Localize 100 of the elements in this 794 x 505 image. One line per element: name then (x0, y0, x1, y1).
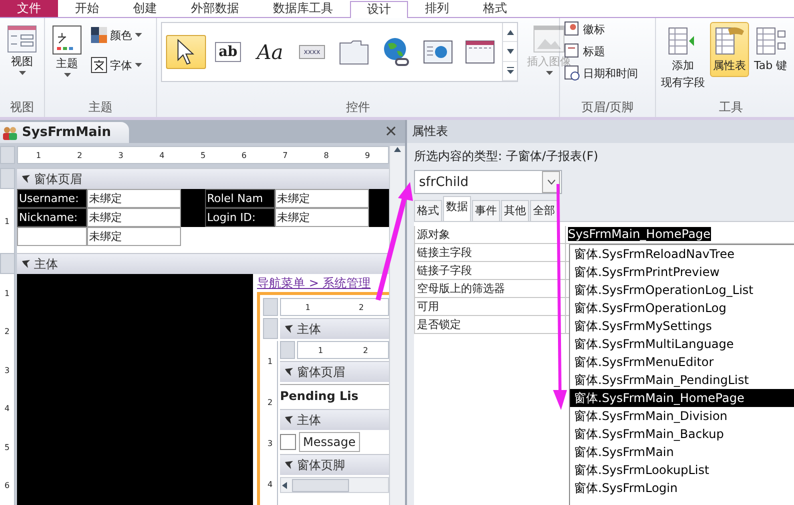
caret-down-icon (64, 73, 70, 77)
ruler-corner (0, 146, 15, 164)
panel-title: 属性表 (407, 120, 794, 143)
document-tab[interactable]: SysFrmMain (0, 122, 130, 143)
colors-button[interactable]: 颜色 (91, 24, 142, 46)
property-sheet-icon (714, 25, 746, 57)
property-label: 空母版上的筛选器 (414, 280, 566, 298)
section-bar[interactable]: 窗体页眉 (280, 361, 389, 382)
text-field[interactable]: 未绑定 (87, 227, 181, 246)
dropdown-list[interactable] (569, 244, 794, 505)
section-marker-icon (284, 460, 294, 470)
text-field[interactable]: 未绑定 (275, 208, 369, 227)
image-icon (533, 25, 565, 53)
window-icon (465, 40, 495, 64)
text-field[interactable]: Message (299, 432, 360, 452)
globe-icon (382, 37, 410, 67)
text-field[interactable]: 未绑定 (87, 208, 181, 227)
ribbon-tab[interactable]: 创建 (116, 0, 174, 17)
section-title: 主体 (34, 256, 58, 272)
ruler-number: 3 (267, 439, 273, 448)
caret-down-icon (135, 33, 142, 37)
group-title: 主题 (88, 99, 114, 116)
section-bar[interactable]: 主体 (280, 409, 389, 430)
left-triangle-icon (281, 482, 288, 488)
checkbox[interactable] (280, 434, 296, 450)
property-tab[interactable]: 格式 (414, 200, 442, 221)
pointer-icon (176, 39, 196, 65)
vertical-scrollbar[interactable] (389, 146, 405, 505)
section-marker-icon (21, 174, 31, 184)
ruler-number: 4 (267, 480, 273, 489)
label-icon-text: Aa (256, 40, 284, 64)
tab-order-button[interactable]: Tab 键 (751, 22, 790, 77)
section-marker-icon (284, 324, 294, 334)
property-tab[interactable]: 全部 (530, 200, 558, 221)
ruler-number: 1 (36, 150, 42, 160)
section-title: 窗体页脚 (297, 456, 345, 474)
button-label: 添加 (672, 58, 694, 74)
ribbon-tab[interactable]: 文件 (0, 0, 58, 17)
ribbon-tab[interactable]: 开始 (58, 0, 116, 17)
users-icon (2, 126, 18, 140)
color-swatch-icon (91, 27, 107, 43)
control-tool[interactable]: ab (208, 35, 248, 69)
section-marker-icon (284, 415, 294, 425)
ruler-number: 2 (362, 346, 368, 354)
view-button[interactable]: 视图 (4, 22, 40, 78)
ruler-number: 1 (267, 357, 273, 366)
subform-control[interactable]: 1 2 主体 1 2 3 4 1 2 窗体页眉 Pending Lis 主体 Message 窗体页脚 (257, 295, 389, 505)
chevron-down-icon[interactable] (542, 171, 560, 193)
text-field[interactable]: 未绑定 (275, 189, 369, 208)
font-icon (91, 57, 107, 73)
section-bar[interactable]: 主体 (17, 253, 389, 274)
ruler-number: 4 (4, 404, 10, 414)
section-bar[interactable]: 窗体页脚 (280, 454, 389, 475)
ribbon-tab[interactable]: 设计 (350, 1, 408, 18)
property-label: 链接主字段 (414, 244, 566, 262)
add-fields-button[interactable]: 添加 现有字段 (658, 22, 708, 94)
property-tab[interactable]: 事件 (472, 200, 500, 221)
ruler-number: 6 (4, 481, 10, 490)
ribbon-tab[interactable]: 排列 (408, 0, 466, 17)
property-tab[interactable]: 数据 (443, 196, 471, 221)
control-tool[interactable]: Aa (250, 35, 290, 69)
up-triangle-icon (394, 146, 401, 153)
logo-button[interactable]: 徽标 (564, 18, 605, 40)
themes-icon (52, 25, 82, 55)
horizontal-scrollbar[interactable] (280, 477, 389, 493)
form-layout-icon (7, 25, 37, 53)
ribbon-tab[interactable]: 数据库工具 (256, 0, 350, 17)
button-label: 视图 (11, 54, 33, 70)
property-label: 可用 (414, 298, 566, 316)
property-tab[interactable]: 其他 (501, 200, 529, 221)
ruler-number: 2 (267, 398, 273, 407)
calendar-clock-icon (564, 65, 580, 81)
section-bar[interactable]: 主体 (280, 318, 389, 339)
button-label: Tab 键 (754, 58, 788, 74)
fonts-button[interactable]: 字体 (91, 54, 142, 76)
dropdown-option[interactable]: 窗体.SysFrmMain_HomePage (570, 389, 794, 407)
property-sheet-button[interactable]: 属性表 (710, 22, 749, 77)
control-tool[interactable] (166, 35, 206, 69)
property-value[interactable]: SysFrmMain_HomePage (568, 227, 711, 241)
ruler-corner (280, 341, 295, 359)
folder-icon (339, 39, 369, 65)
ruler-number: 5 (200, 150, 206, 160)
themes-button[interactable]: 主题 (49, 22, 85, 80)
section-bar[interactable]: 窗体页眉 (17, 168, 389, 189)
section-title: 窗体页眉 (297, 364, 345, 380)
object-combo-box[interactable]: sfrChild (414, 170, 562, 194)
section-marker-icon (284, 367, 294, 377)
ruler-number: 6 (242, 150, 247, 160)
group-title: 工具 (718, 99, 744, 116)
ruler-number: 3 (118, 150, 124, 160)
text-field[interactable]: 未绑定 (87, 189, 181, 208)
field-label: Rolel Nam (205, 189, 275, 208)
ribbon-tab[interactable]: 外部数据 (174, 0, 256, 17)
selection-type-label: 所选内容的类型: 子窗体/子报表(F) (413, 148, 600, 165)
ruler-number: 1 (305, 302, 310, 312)
textbox-icon-label: ab (214, 42, 242, 62)
ruler-number: 2 (358, 302, 364, 312)
ribbon-tab[interactable]: 格式 (466, 0, 524, 17)
down-triangle-icon (506, 48, 514, 55)
section-marker-icon (21, 259, 31, 269)
